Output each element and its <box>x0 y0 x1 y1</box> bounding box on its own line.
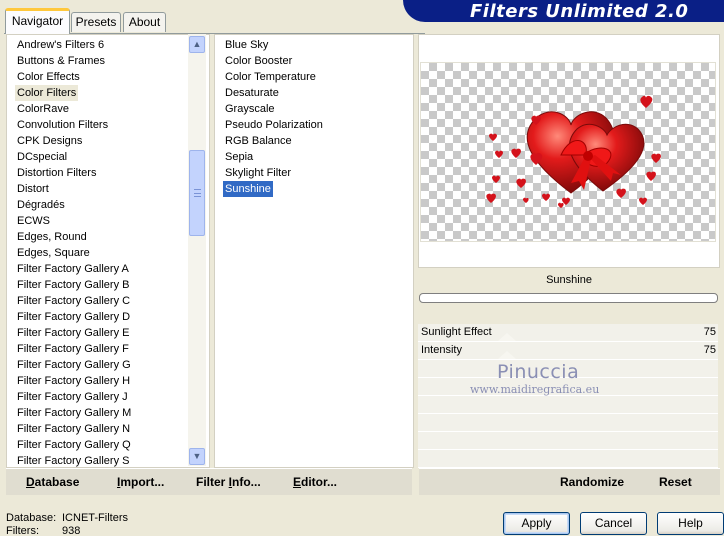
hearts-image <box>486 95 661 208</box>
filter-list[interactable]: Blue Sky Color Booster Color Temperature De… <box>214 34 414 468</box>
filter-item[interactable]: RGB Balance <box>223 133 294 149</box>
category-item[interactable]: CPK Designs <box>15 133 84 149</box>
database-button[interactable]: Database <box>26 475 79 489</box>
category-item[interactable]: Filter Factory Gallery A <box>15 261 131 277</box>
scroll-up-button[interactable]: ▲ <box>189 36 205 53</box>
filter-item[interactable]: Skylight Filter <box>223 165 293 181</box>
scroll-down-button[interactable]: ▼ <box>189 448 205 465</box>
filter-item[interactable]: Desaturate <box>223 85 281 101</box>
tab-about[interactable]: About <box>123 12 166 32</box>
param-name: Intensity <box>421 344 462 356</box>
category-item[interactable]: Filter Factory Gallery G <box>15 357 133 373</box>
category-item[interactable]: Andrew's Filters 6 <box>15 37 106 53</box>
empty-param-row <box>418 414 718 432</box>
parameter-toolbar: Randomize Reset <box>419 468 720 495</box>
watermark-url: www.maidiregrafica.eu <box>470 383 600 396</box>
filter-item[interactable]: Pseudo Polarization <box>223 117 325 133</box>
filter-item[interactable]: Color Booster <box>223 53 294 69</box>
database-label: Database: <box>6 512 57 524</box>
preview-image <box>420 62 716 242</box>
empty-param-row <box>418 396 718 414</box>
randomize-button[interactable]: Randomize <box>560 475 624 489</box>
database-value: ICNET-Filters <box>62 512 128 524</box>
bottom-toolbar: Database Import... Filter Info... Editor… <box>6 468 412 495</box>
slider-thumb-icon[interactable] <box>498 351 516 359</box>
category-item[interactable]: Dégradés <box>15 197 67 213</box>
category-scrollbar[interactable]: ▲ ▼ <box>188 34 206 466</box>
filters-count: 938 <box>62 525 81 536</box>
category-item[interactable]: Distort <box>15 181 51 197</box>
category-item[interactable]: Color Effects <box>15 69 82 85</box>
category-item[interactable]: Filter Factory Gallery D <box>15 309 132 325</box>
grip-icon <box>194 189 201 197</box>
category-item[interactable]: Filter Factory Gallery H <box>15 373 132 389</box>
filter-item[interactable]: Blue Sky <box>223 37 270 53</box>
category-item[interactable]: Edges, Square <box>15 245 92 261</box>
category-item[interactable]: Filter Factory Gallery J <box>15 389 130 405</box>
filter-name-label: Sunshine <box>546 274 592 286</box>
category-item[interactable]: Filter Factory Gallery M <box>15 405 133 421</box>
import-button[interactable]: Import... <box>117 475 164 489</box>
category-list[interactable]: Andrew's Filters 6 Buttons & Frames Color … <box>6 34 210 468</box>
editor-button[interactable]: Editor... <box>293 475 337 489</box>
category-item[interactable]: Filter Factory Gallery B <box>15 277 131 293</box>
filter-item[interactable]: Sunshine <box>223 181 273 197</box>
empty-param-row <box>418 432 718 450</box>
filters-label: Filters: <box>6 525 39 536</box>
filter-item[interactable]: Sepia <box>223 149 255 165</box>
progress-bar <box>419 293 718 303</box>
tab-presets[interactable]: Presets <box>71 12 121 32</box>
category-item[interactable]: Filter Factory Gallery S <box>15 453 131 467</box>
category-item[interactable]: DCspecial <box>15 149 69 165</box>
category-item[interactable]: Filter Factory Gallery Q <box>15 437 133 453</box>
category-item[interactable]: Convolution Filters <box>15 117 110 133</box>
reset-button[interactable]: Reset <box>659 475 692 489</box>
scroll-thumb[interactable] <box>189 150 205 236</box>
param-name: Sunlight Effect <box>421 326 492 338</box>
category-item[interactable]: ColorRave <box>15 101 71 117</box>
param-value: 75 <box>703 344 716 356</box>
cancel-button[interactable]: Cancel <box>580 512 647 535</box>
category-item[interactable]: Buttons & Frames <box>15 53 107 69</box>
apply-button[interactable]: Apply <box>503 512 570 535</box>
filter-item[interactable]: Color Temperature <box>223 69 318 85</box>
tab-navigator[interactable]: Navigator <box>5 8 70 34</box>
category-item[interactable]: Filter Factory Gallery N <box>15 421 132 437</box>
category-item[interactable]: Filter Factory Gallery E <box>15 325 131 341</box>
category-item[interactable]: Edges, Round <box>15 229 89 245</box>
app-title: Filters Unlimited 2.0 <box>470 1 689 22</box>
filter-item[interactable]: Grayscale <box>223 101 277 117</box>
help-button[interactable]: Help <box>657 512 724 535</box>
empty-param-row <box>418 450 718 468</box>
category-item[interactable]: Distortion Filters <box>15 165 98 181</box>
param-row-intensity[interactable]: Intensity 75 <box>418 342 718 360</box>
category-item[interactable]: ECWS <box>15 213 52 229</box>
param-row-sunlight-effect[interactable]: Sunlight Effect 75 <box>418 324 718 342</box>
category-item[interactable]: Filter Factory Gallery C <box>15 293 132 309</box>
watermark-name: Pinuccia <box>497 361 580 383</box>
category-item[interactable]: Filter Factory Gallery F <box>15 341 131 357</box>
category-item[interactable]: Color Filters <box>15 85 79 101</box>
slider-thumb-icon[interactable] <box>498 333 516 341</box>
filter-info-button[interactable]: Filter Info... <box>196 475 261 489</box>
param-value: 75 <box>703 326 716 338</box>
